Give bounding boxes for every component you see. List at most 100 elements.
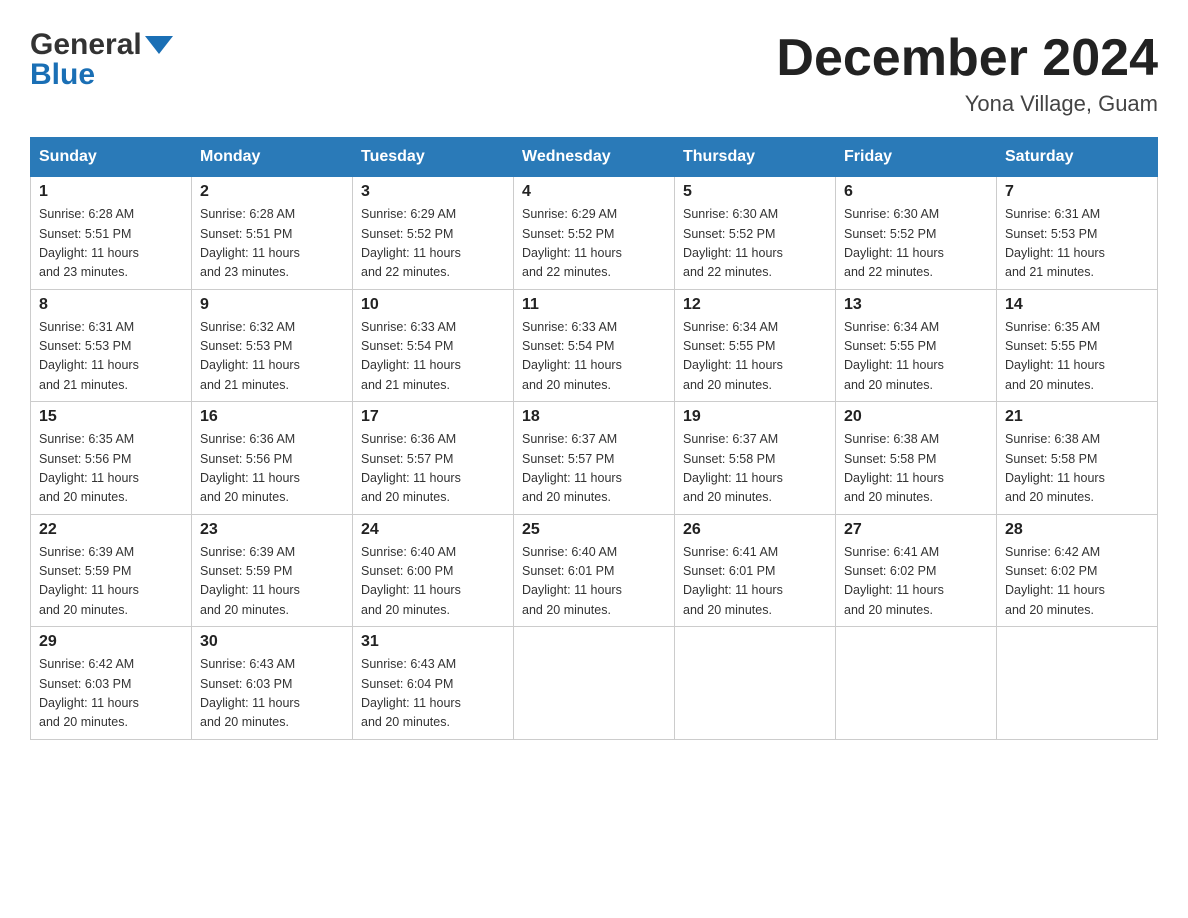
- month-title: December 2024: [776, 30, 1158, 87]
- day-info: Sunrise: 6:30 AMSunset: 5:52 PMDaylight:…: [844, 205, 988, 283]
- calendar-cell: 15 Sunrise: 6:35 AMSunset: 5:56 PMDayligh…: [31, 402, 192, 515]
- calendar-cell: 13 Sunrise: 6:34 AMSunset: 5:55 PMDayligh…: [836, 289, 997, 402]
- day-number: 13: [844, 296, 988, 314]
- day-info: Sunrise: 6:36 AMSunset: 5:56 PMDaylight:…: [200, 430, 344, 508]
- calendar-cell: 9 Sunrise: 6:32 AMSunset: 5:53 PMDaylight…: [192, 289, 353, 402]
- day-number: 22: [39, 521, 183, 539]
- day-number: 29: [39, 633, 183, 651]
- day-number: 21: [1005, 408, 1149, 426]
- day-info: Sunrise: 6:33 AMSunset: 5:54 PMDaylight:…: [361, 318, 505, 396]
- day-info: Sunrise: 6:28 AMSunset: 5:51 PMDaylight:…: [200, 205, 344, 283]
- calendar-cell: 1Sunrise: 6:28 AMSunset: 5:51 PMDaylight…: [31, 177, 192, 290]
- day-of-week-header: Thursday: [675, 138, 836, 177]
- calendar-cell: 17 Sunrise: 6:36 AMSunset: 5:57 PMDayligh…: [353, 402, 514, 515]
- day-info: Sunrise: 6:34 AMSunset: 5:55 PMDaylight:…: [844, 318, 988, 396]
- logo-blue-text: Blue: [30, 60, 95, 90]
- day-number: 28: [1005, 521, 1149, 539]
- day-info: Sunrise: 6:40 AMSunset: 6:01 PMDaylight:…: [522, 543, 666, 621]
- calendar-cell: 22Sunrise: 6:39 AMSunset: 5:59 PMDayligh…: [31, 514, 192, 627]
- calendar-cell: 18Sunrise: 6:37 AMSunset: 5:57 PMDayligh…: [514, 402, 675, 515]
- calendar-week-row: 22 Sunrise: 6:39 AMSunset: 5:59 PMDayligh…: [31, 514, 1158, 627]
- calendar-cell: 10Sunrise: 6:33 AMSunset: 5:54 PMDayligh…: [353, 289, 514, 402]
- day-info: Sunrise: 6:43 AMSunset: 6:04 PMDaylight:…: [361, 655, 505, 733]
- day-info: Sunrise: 6:42 AMSunset: 6:03 PMDaylight:…: [39, 655, 183, 733]
- day-info: Sunrise: 6:29 AMSunset: 5:52 PMDaylight:…: [522, 205, 666, 283]
- calendar-cell: 21Sunrise: 6:38 AMSunset: 5:58 PMDayligh…: [997, 402, 1158, 515]
- day-info: Sunrise: 6:30 AMSunset: 5:52 PMDaylight:…: [683, 205, 827, 283]
- calendar-cell: 7Sunrise: 6:31 AMSunset: 5:53 PMDaylight…: [997, 177, 1158, 290]
- calendar-cell: 11 Sunrise: 6:33 AMSunset: 5:54 PMDayligh…: [514, 289, 675, 402]
- day-info: Sunrise: 6:36 AMSunset: 5:57 PMDaylight:…: [361, 430, 505, 508]
- calendar-table: SundayMondayTuesdayWednesdayThursdayFrid…: [30, 137, 1158, 740]
- calendar-cell: 29 Sunrise: 6:42 AMSunset: 6:03 PMDayligh…: [31, 627, 192, 740]
- calendar-cell: 8Sunrise: 6:31 AMSunset: 5:53 PMDaylight…: [31, 289, 192, 402]
- day-number: 12: [683, 296, 827, 314]
- day-info: Sunrise: 6:34 AMSunset: 5:55 PMDaylight:…: [683, 318, 827, 396]
- calendar-cell: [836, 627, 997, 740]
- day-number: 25: [522, 521, 666, 539]
- day-of-week-header: Friday: [836, 138, 997, 177]
- day-number: 11: [522, 296, 666, 314]
- calendar-cell: 6 Sunrise: 6:30 AMSunset: 5:52 PMDaylight…: [836, 177, 997, 290]
- day-number: 31: [361, 633, 505, 651]
- day-info: Sunrise: 6:32 AMSunset: 5:53 PMDaylight:…: [200, 318, 344, 396]
- day-number: 5: [683, 183, 827, 201]
- day-of-week-header: Sunday: [31, 138, 192, 177]
- day-of-week-header: Tuesday: [353, 138, 514, 177]
- calendar-cell: 26Sunrise: 6:41 AMSunset: 6:01 PMDayligh…: [675, 514, 836, 627]
- day-info: Sunrise: 6:43 AMSunset: 6:03 PMDaylight:…: [200, 655, 344, 733]
- calendar-cell: 4 Sunrise: 6:29 AMSunset: 5:52 PMDaylight…: [514, 177, 675, 290]
- day-number: 2: [200, 183, 344, 201]
- day-number: 4: [522, 183, 666, 201]
- calendar-week-row: 15 Sunrise: 6:35 AMSunset: 5:56 PMDayligh…: [31, 402, 1158, 515]
- day-number: 16: [200, 408, 344, 426]
- day-number: 6: [844, 183, 988, 201]
- calendar-cell: [514, 627, 675, 740]
- calendar-header-row: SundayMondayTuesdayWednesdayThursdayFrid…: [31, 138, 1158, 177]
- day-number: 3: [361, 183, 505, 201]
- title-section: December 2024 Yona Village, Guam: [776, 30, 1158, 117]
- calendar-cell: 23 Sunrise: 6:39 AMSunset: 5:59 PMDayligh…: [192, 514, 353, 627]
- calendar-cell: 16 Sunrise: 6:36 AMSunset: 5:56 PMDayligh…: [192, 402, 353, 515]
- calendar-cell: 30 Sunrise: 6:43 AMSunset: 6:03 PMDayligh…: [192, 627, 353, 740]
- calendar-cell: 20 Sunrise: 6:38 AMSunset: 5:58 PMDayligh…: [836, 402, 997, 515]
- calendar-cell: [997, 627, 1158, 740]
- day-of-week-header: Monday: [192, 138, 353, 177]
- day-number: 23: [200, 521, 344, 539]
- day-number: 14: [1005, 296, 1149, 314]
- day-number: 9: [200, 296, 344, 314]
- day-info: Sunrise: 6:29 AMSunset: 5:52 PMDaylight:…: [361, 205, 505, 283]
- day-of-week-header: Wednesday: [514, 138, 675, 177]
- calendar-cell: 31 Sunrise: 6:43 AMSunset: 6:04 PMDayligh…: [353, 627, 514, 740]
- logo: General Blue: [30, 30, 173, 90]
- calendar-cell: 14 Sunrise: 6:35 AMSunset: 5:55 PMDayligh…: [997, 289, 1158, 402]
- day-info: Sunrise: 6:39 AMSunset: 5:59 PMDaylight:…: [200, 543, 344, 621]
- day-number: 27: [844, 521, 988, 539]
- day-of-week-header: Saturday: [997, 138, 1158, 177]
- day-info: Sunrise: 6:37 AMSunset: 5:58 PMDaylight:…: [683, 430, 827, 508]
- calendar-week-row: 1 Sunrise: 6:28 AMSunset: 5:51 PMDaylight…: [31, 177, 1158, 290]
- day-number: 19: [683, 408, 827, 426]
- day-info: Sunrise: 6:35 AMSunset: 5:55 PMDaylight:…: [1005, 318, 1149, 396]
- day-number: 30: [200, 633, 344, 651]
- day-number: 17: [361, 408, 505, 426]
- calendar-cell: 12 Sunrise: 6:34 AMSunset: 5:55 PMDayligh…: [675, 289, 836, 402]
- day-info: Sunrise: 6:38 AMSunset: 5:58 PMDaylight:…: [844, 430, 988, 508]
- day-number: 7: [1005, 183, 1149, 201]
- day-info: Sunrise: 6:33 AMSunset: 5:54 PMDaylight:…: [522, 318, 666, 396]
- calendar-cell: 2 Sunrise: 6:28 AMSunset: 5:51 PMDaylight…: [192, 177, 353, 290]
- day-info: Sunrise: 6:37 AMSunset: 5:57 PMDaylight:…: [522, 430, 666, 508]
- page-header: General Blue December 2024 Yona Village,…: [30, 30, 1158, 117]
- logo-triangle-icon: [145, 36, 173, 54]
- day-info: Sunrise: 6:35 AMSunset: 5:56 PMDaylight:…: [39, 430, 183, 508]
- day-number: 20: [844, 408, 988, 426]
- calendar-week-row: 8Sunrise: 6:31 AMSunset: 5:53 PMDaylight…: [31, 289, 1158, 402]
- day-info: Sunrise: 6:31 AMSunset: 5:53 PMDaylight:…: [39, 318, 183, 396]
- logo-general-text: General: [30, 30, 142, 60]
- day-info: Sunrise: 6:40 AMSunset: 6:00 PMDaylight:…: [361, 543, 505, 621]
- day-info: Sunrise: 6:42 AMSunset: 6:02 PMDaylight:…: [1005, 543, 1149, 621]
- day-number: 1: [39, 183, 183, 201]
- day-number: 24: [361, 521, 505, 539]
- calendar-cell: 25 Sunrise: 6:40 AMSunset: 6:01 PMDayligh…: [514, 514, 675, 627]
- day-number: 15: [39, 408, 183, 426]
